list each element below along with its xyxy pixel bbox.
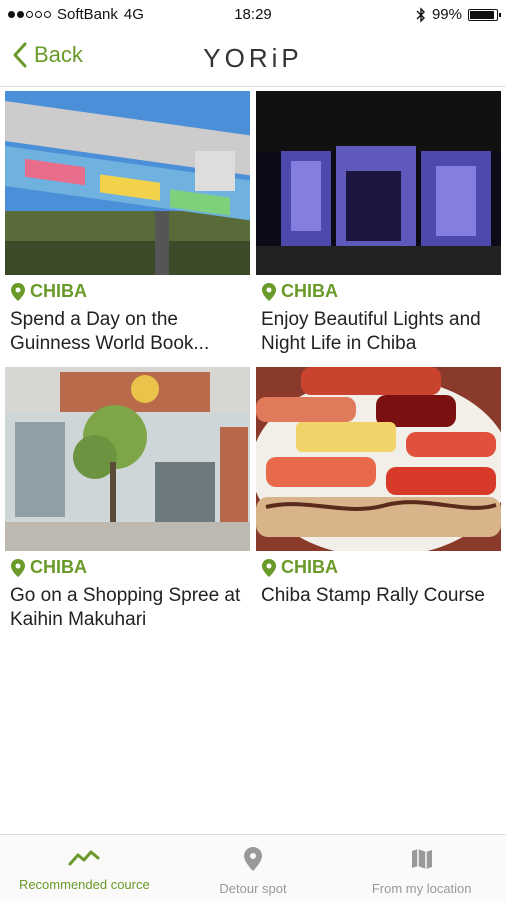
bluetooth-icon [416, 6, 425, 23]
card-location-label: CHIBA [281, 557, 338, 577]
status-right: 99% [416, 6, 501, 23]
course-card[interactable]: CHIBA Chiba Stamp Rally Course [256, 367, 501, 637]
tab-detour-spot[interactable]: Detour spot [169, 835, 338, 901]
card-title: Enjoy Beautiful Lights and Night Life in… [261, 309, 481, 354]
card-title: Spend a Day on the Guinness World Book..… [10, 309, 210, 354]
card-location-label: CHIBA [281, 281, 338, 301]
location-pin-icon [262, 558, 276, 577]
location-pin-icon [262, 282, 276, 301]
navigation-bar: Back YORiP [0, 30, 506, 87]
tab-label: Detour spot [219, 881, 287, 896]
card-location: CHIBA [256, 557, 501, 578]
card-location: CHIBA [5, 557, 250, 578]
card-image-sushi [256, 367, 501, 551]
course-card[interactable]: CHIBA Spend a Day on the Guinness World … [5, 91, 250, 361]
card-image-shop [5, 367, 250, 551]
tab-label: From my location [371, 881, 472, 896]
card-location-label: CHIBA [30, 281, 87, 301]
card-image-monorail [5, 91, 250, 275]
location-pin-icon [11, 558, 25, 577]
tab-bar: Recommended cource Detour spot From my l… [0, 834, 506, 901]
app-logo: YORiP [203, 43, 303, 73]
card-title: Chiba Stamp Rally Course [261, 585, 485, 606]
card-title: Go on a Shopping Spree at Kaihin Makuhar… [10, 585, 241, 630]
battery-icon [468, 8, 501, 21]
status-bar: SoftBank 4G 18:29 99% [0, 0, 506, 30]
course-grid: CHIBA Spend a Day on the Guinness World … [5, 91, 502, 637]
card-location-label: CHIBA [30, 557, 87, 577]
card-location: CHIBA [256, 281, 501, 302]
card-image-lights [256, 91, 501, 275]
tab-label: Recommended cource [18, 877, 150, 892]
location-pin-icon [11, 282, 25, 301]
trend-icon [68, 850, 100, 866]
tab-recommended-course[interactable]: Recommended cource [0, 835, 169, 901]
battery-percent: 99% [431, 6, 462, 23]
map-icon [411, 849, 432, 869]
tab-from-my-location[interactable]: From my location [337, 835, 506, 901]
course-card[interactable]: CHIBA Go on a Shopping Spree at Kaihin M… [5, 367, 250, 637]
course-card[interactable]: CHIBA Enjoy Beautiful Lights and Night L… [256, 91, 501, 361]
pin-icon [244, 847, 262, 871]
card-location: CHIBA [5, 281, 250, 302]
